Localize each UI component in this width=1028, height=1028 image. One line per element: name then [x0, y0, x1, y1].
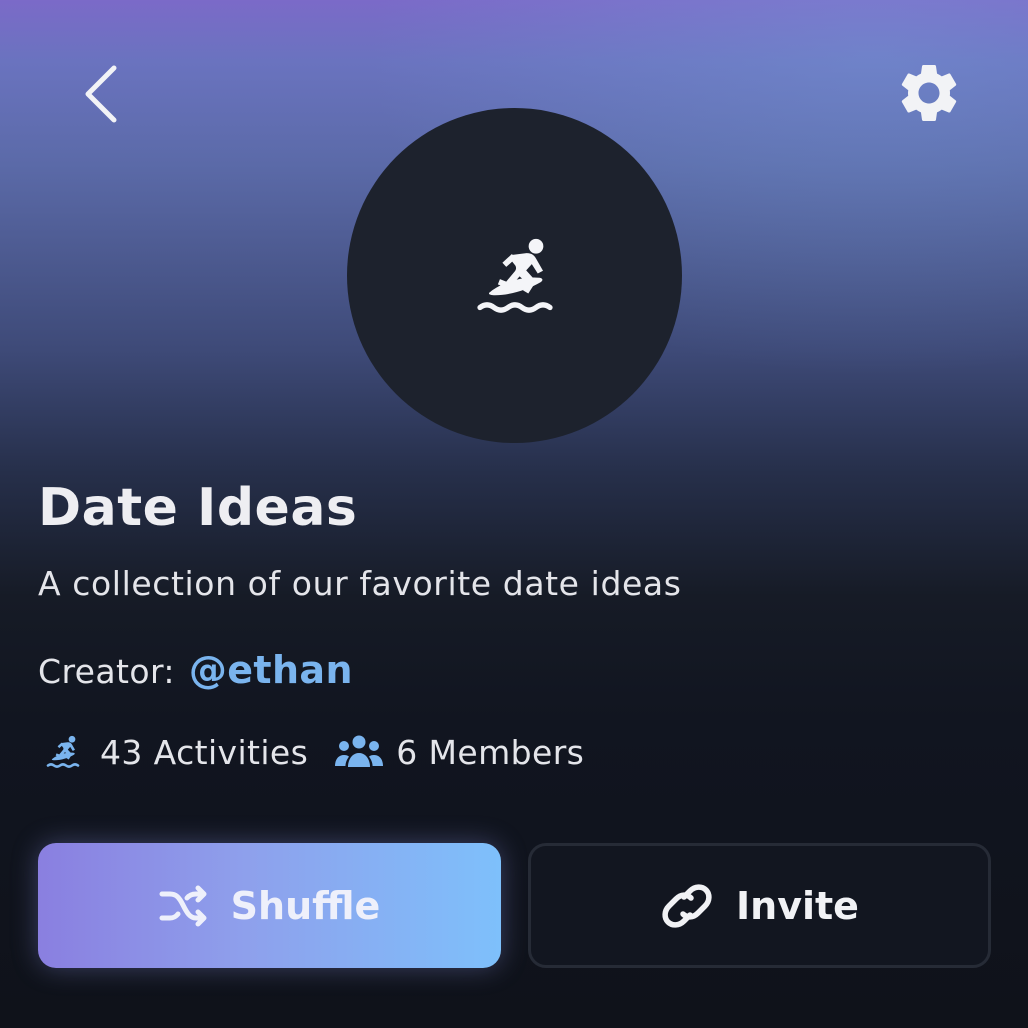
collection-avatar	[347, 108, 682, 443]
activities-count: 43 Activities	[100, 732, 309, 772]
creator-row: Creator: @ethan	[38, 648, 353, 692]
group-icon	[335, 735, 384, 767]
members-count: 6 Members	[396, 732, 585, 772]
collection-title: Date Ideas	[38, 478, 358, 538]
back-button[interactable]	[70, 60, 134, 124]
shuffle-button[interactable]: Shuffle	[38, 843, 501, 968]
creator-handle-link[interactable]: @ethan	[189, 648, 353, 692]
members-icon	[334, 730, 384, 774]
link-icon	[662, 883, 712, 928]
invite-label: Invite	[736, 883, 859, 928]
creator-label: Creator:	[38, 652, 175, 691]
shuffle-icon	[159, 885, 207, 926]
stats-row: 43 Activities 6 Members	[38, 730, 584, 774]
shuffle-label: Shuffle	[230, 883, 381, 928]
surfing-icon	[46, 735, 80, 768]
settings-button[interactable]	[894, 58, 964, 128]
chevron-left-icon	[85, 65, 117, 123]
surfing-icon	[476, 238, 553, 313]
activities-icon	[38, 730, 88, 774]
gear-icon	[901, 64, 957, 121]
invite-button[interactable]: Invite	[528, 843, 991, 968]
collection-description: A collection of our favorite date ideas	[38, 564, 682, 603]
